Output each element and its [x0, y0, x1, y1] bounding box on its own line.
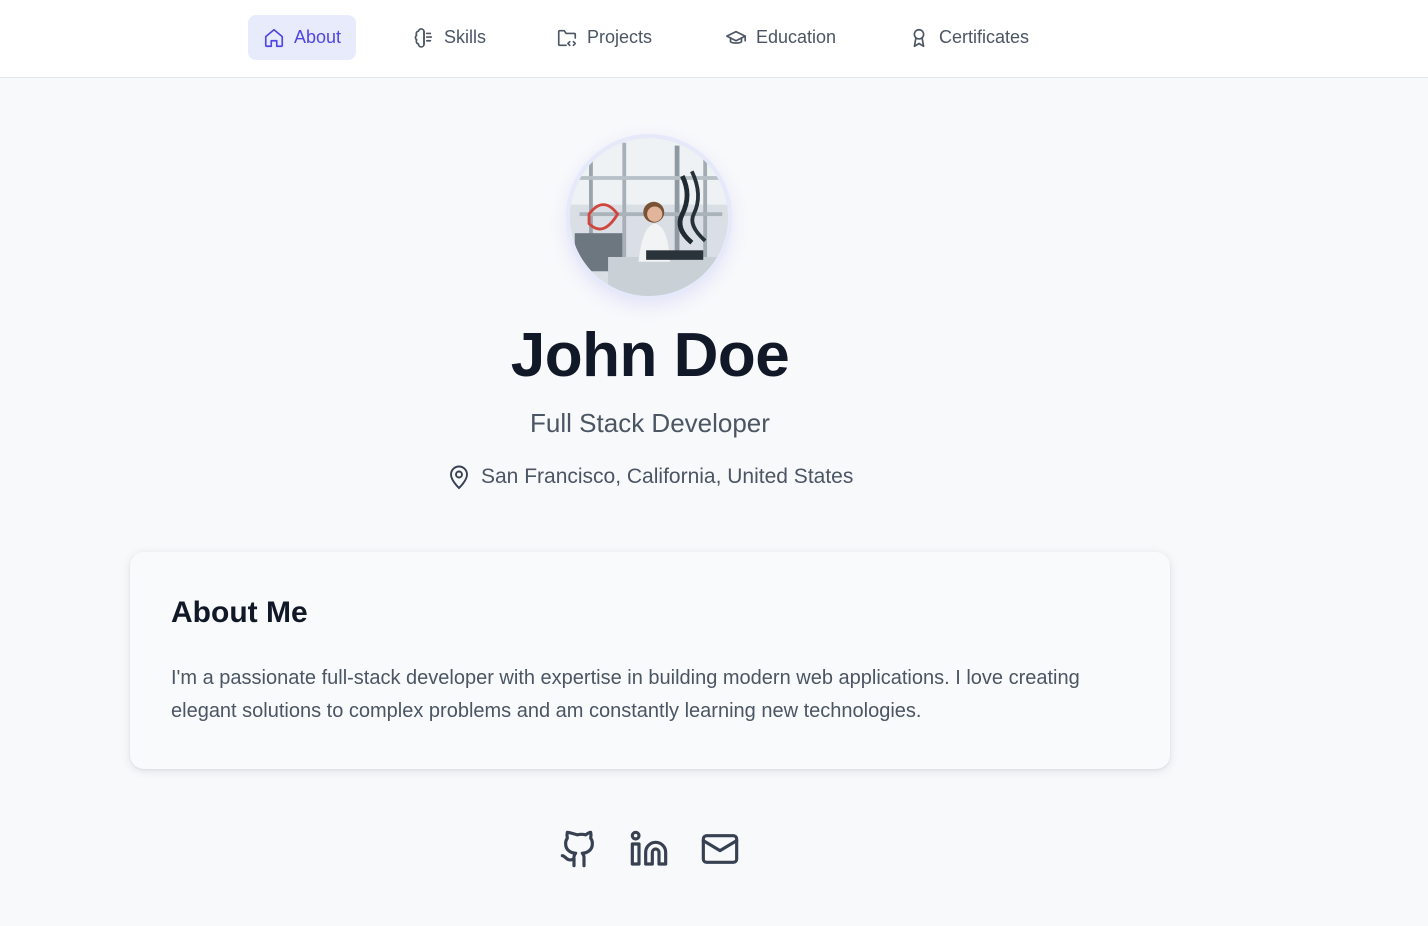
nav-skills[interactable]: Skills: [398, 15, 501, 60]
about-card: About Me I'm a passionate full-stack dev…: [130, 552, 1170, 769]
nav-projects-label: Projects: [587, 27, 653, 47]
brain-icon: [414, 27, 433, 48]
nav-certificates[interactable]: Certificates: [893, 15, 1044, 60]
github-link[interactable]: [558, 828, 600, 870]
nav-education-label: Education: [756, 27, 837, 47]
map-pin-icon: [450, 465, 468, 490]
profile-name: John Doe: [510, 321, 790, 390]
nav-skills-label: Skills: [444, 27, 487, 47]
nav-education[interactable]: Education: [710, 15, 851, 60]
nav-about[interactable]: About: [248, 15, 357, 60]
avatar: [566, 134, 732, 300]
email-link[interactable]: [699, 828, 741, 870]
linkedin-icon: [630, 830, 668, 866]
about-title: About Me: [171, 596, 308, 629]
top-navbar: About Skills Projects Education Certific…: [0, 0, 1428, 78]
nav-projects[interactable]: Projects: [541, 15, 667, 60]
mail-icon: [701, 834, 739, 864]
profile-photo: [570, 138, 728, 296]
home-icon: [264, 28, 284, 47]
nav-certificates-label: Certificates: [939, 27, 1030, 47]
nav-about-label: About: [294, 27, 342, 47]
profile-location: San Francisco, California, United States: [447, 463, 853, 491]
graduation-cap-icon: [726, 30, 746, 44]
location-text: San Francisco, California, United States: [481, 465, 854, 488]
folder-code-icon: [557, 29, 577, 46]
award-icon: [913, 28, 925, 47]
profile-role: Full Stack Developer: [530, 408, 770, 438]
about-text: I'm a passionate full-stack developer wi…: [171, 667, 1080, 722]
github-icon: [560, 830, 594, 868]
linkedin-link[interactable]: [628, 828, 670, 870]
